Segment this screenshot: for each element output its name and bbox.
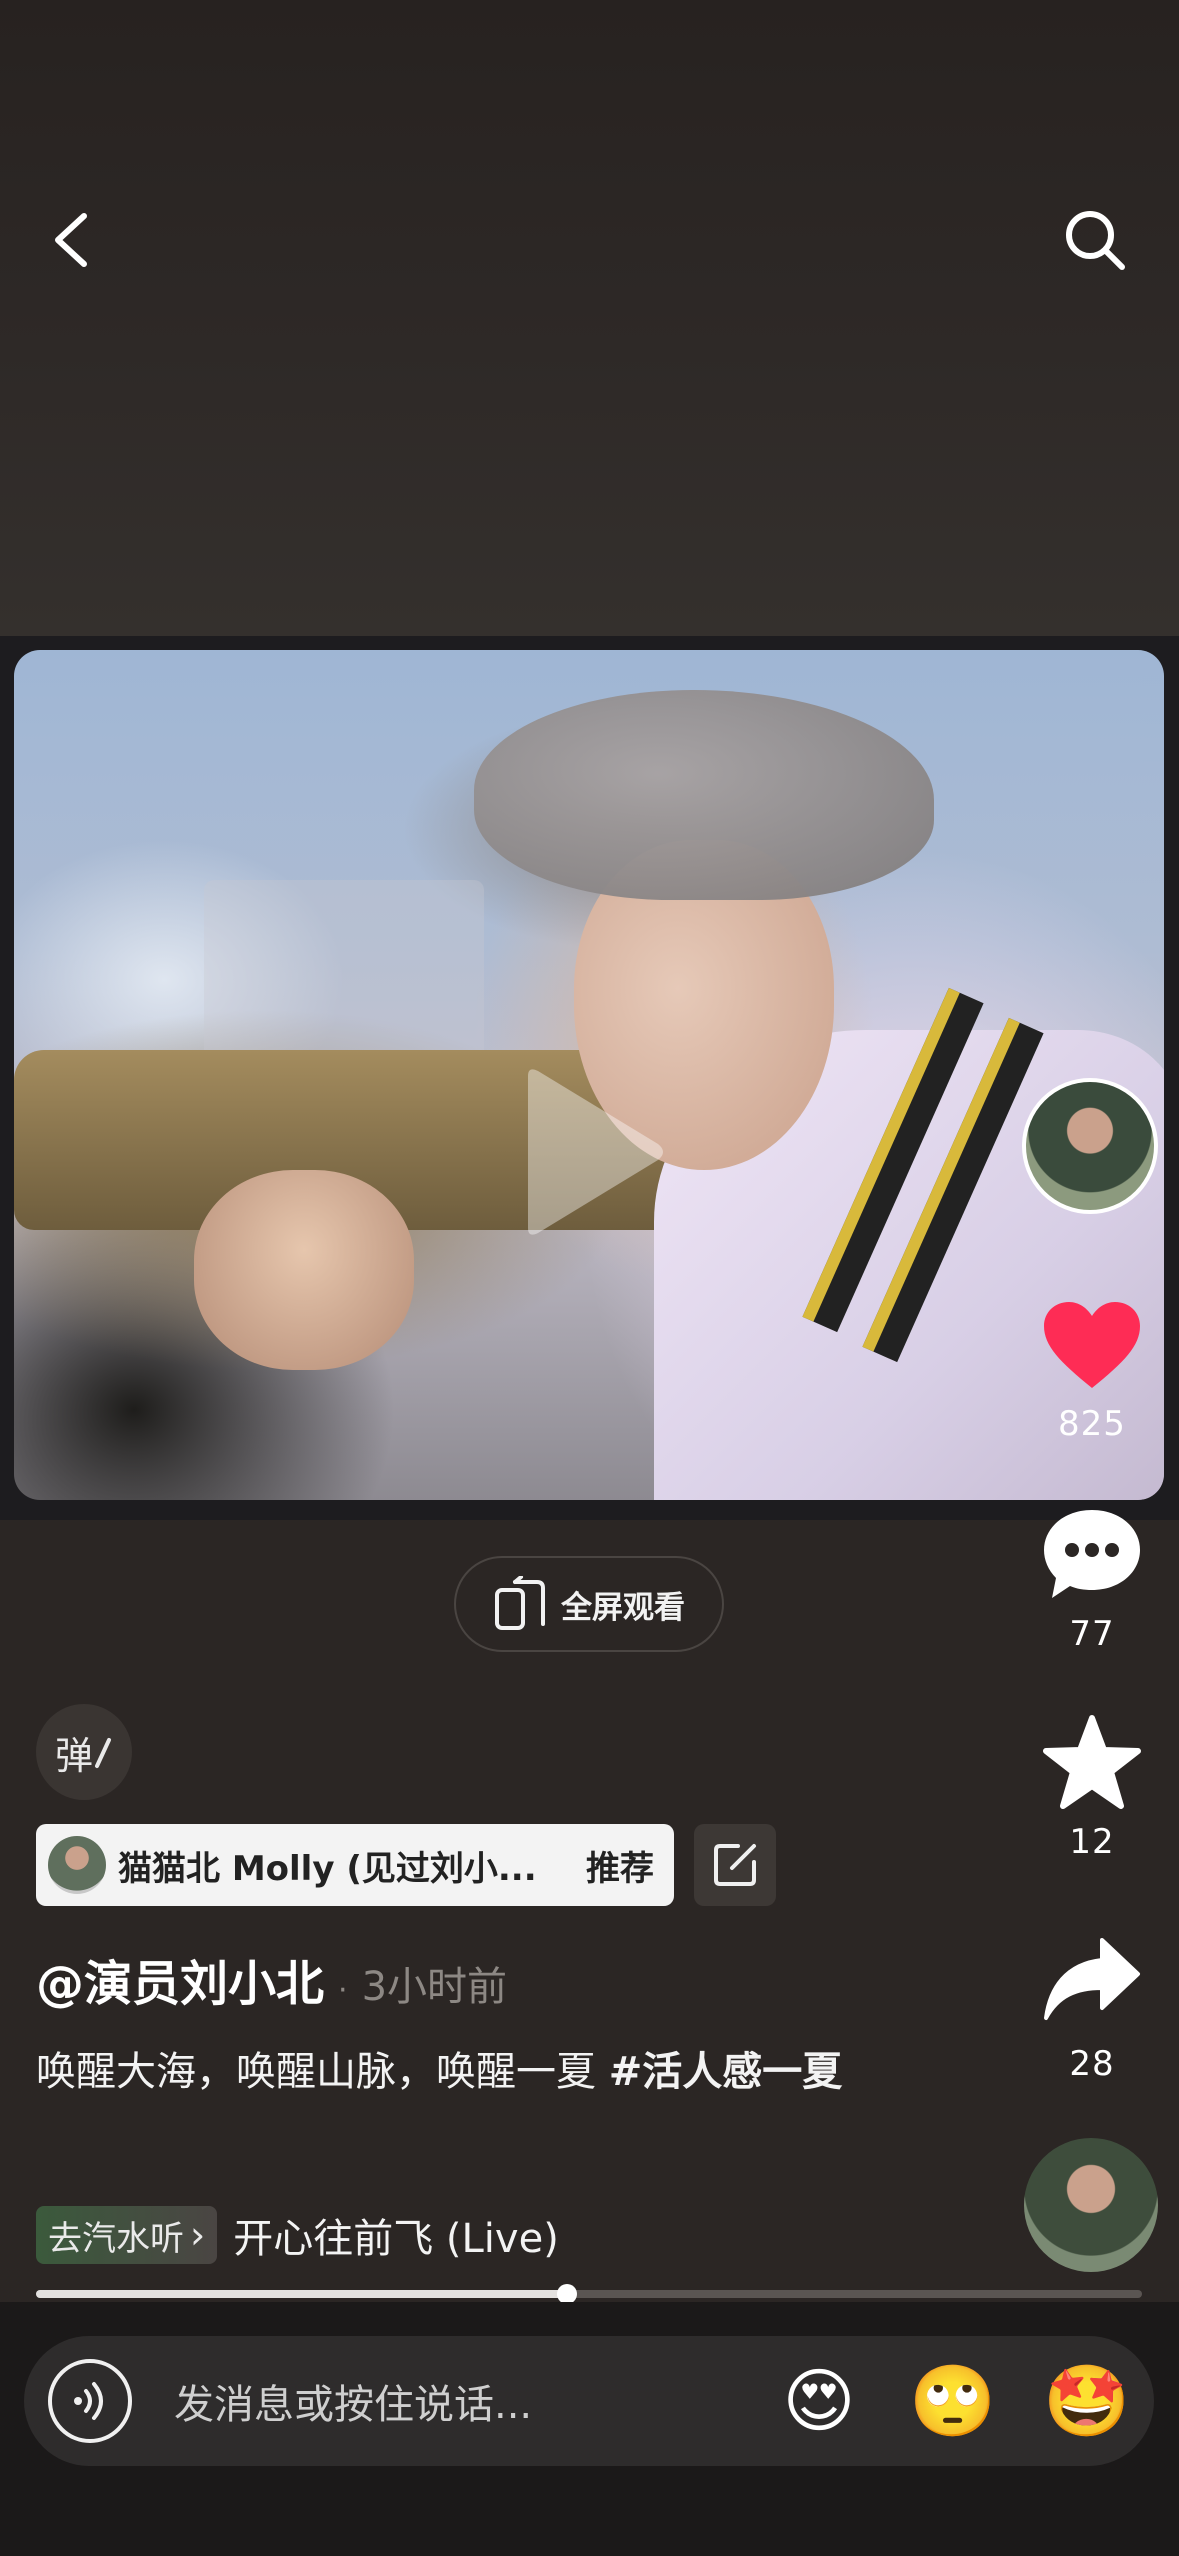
danmu-toggle[interactable]: 弹 <box>36 1704 132 1800</box>
fullscreen-button[interactable]: 全屏观看 <box>454 1556 724 1652</box>
post-description: 唤醒大海，唤醒山脉，唤醒一夏 #活人感一夏 <box>36 2042 896 2102</box>
music-title[interactable]: 开心往前飞 (Live) <box>233 2206 559 2264</box>
edit-icon <box>714 1844 756 1886</box>
video-player[interactable] <box>14 650 1164 1500</box>
voice-button[interactable] <box>48 2359 132 2443</box>
listen-in-qishui-button[interactable]: 去汽水听 › <box>36 2206 218 2264</box>
emoji-eye-roll[interactable]: 🙄 <box>886 2360 1020 2443</box>
comment-icon <box>1044 1510 1140 1598</box>
progress-knob[interactable] <box>556 2284 577 2304</box>
video-progress-bar[interactable] <box>36 2284 1142 2304</box>
video-page: 825 77 12 28 全屏观看 弹 猫猫北 Molly (见过刘小... 推… <box>0 0 1179 2556</box>
share-button[interactable]: 28 <box>1040 1934 1144 2084</box>
search-icon <box>1066 211 1125 270</box>
recommender-avatar <box>48 1836 106 1894</box>
emoji-star-struck[interactable]: 🤩 <box>1020 2360 1154 2443</box>
chevron-right-icon: › <box>190 2213 206 2257</box>
search-button[interactable] <box>1050 200 1140 280</box>
favorite-button[interactable]: 12 <box>1040 1714 1144 1862</box>
recommender-pill[interactable]: 猫猫北 Molly (见过刘小... 推荐 <box>36 1824 674 1906</box>
back-button[interactable] <box>30 200 110 280</box>
comment-button[interactable]: 77 <box>1040 1506 1144 1654</box>
share-arrow-icon <box>1044 1938 1140 2020</box>
video-frame <box>0 636 1179 1520</box>
voice-wave-icon <box>74 2382 103 2420</box>
bottom-message-bar: 发消息或按住说话... 😍 🙄 🤩 <box>0 2302 1179 2556</box>
music-row: 去汽水听 › 开心往前飞 (Live) <box>36 2206 559 2264</box>
chevron-left-icon <box>55 213 87 267</box>
recommend-tag: 推荐 <box>586 1848 654 1889</box>
video-scene-box <box>204 880 484 1070</box>
video-scene-cap <box>474 690 934 900</box>
author-avatar[interactable] <box>1022 1078 1158 1214</box>
message-input[interactable]: 发消息或按住说话... 😍 🙄 🤩 <box>24 2336 1154 2466</box>
hashtag-link[interactable]: #活人感一夏 <box>609 2049 843 2095</box>
star-icon <box>1043 1715 1141 1809</box>
edit-button[interactable] <box>694 1824 776 1906</box>
share-count: 28 <box>1069 2044 1115 2084</box>
description-text: 唤醒大海，唤醒山脉，唤醒一夏 <box>36 2049 609 2095</box>
favorite-count: 12 <box>1069 1822 1115 1862</box>
play-icon[interactable] <box>508 1062 668 1242</box>
message-placeholder: 发消息或按住说话... <box>174 2382 533 2428</box>
fullscreen-label: 全屏观看 <box>561 1589 685 1626</box>
comment-count: 77 <box>1069 1614 1115 1654</box>
danmu-label: 弹 <box>54 1733 93 1778</box>
rotate-screen-icon <box>495 1576 545 1630</box>
recommender-name: 猫猫北 Molly (见过刘小... <box>118 1848 537 1889</box>
separator-dot: · <box>338 1973 348 2008</box>
post-time: 3小时前 <box>361 1964 508 2010</box>
emoji-heart-eyes[interactable]: 😍 <box>752 2360 886 2442</box>
progress-fill <box>36 2290 567 2298</box>
author-line: @演员刘小北 · 3小时前 <box>36 1944 507 2014</box>
like-count: 825 <box>1058 1404 1126 1444</box>
danmu-off-slash-icon <box>95 1738 111 1768</box>
top-background <box>0 0 1179 636</box>
video-scene-hand <box>194 1170 414 1370</box>
heart-icon <box>1044 1302 1140 1388</box>
music-disc-avatar[interactable] <box>1024 2138 1158 2272</box>
author-name[interactable]: @演员刘小北 <box>36 1944 324 2014</box>
listen-chip-label: 去汽水听 <box>48 2218 184 2259</box>
like-button[interactable]: 825 <box>1040 1300 1144 1444</box>
